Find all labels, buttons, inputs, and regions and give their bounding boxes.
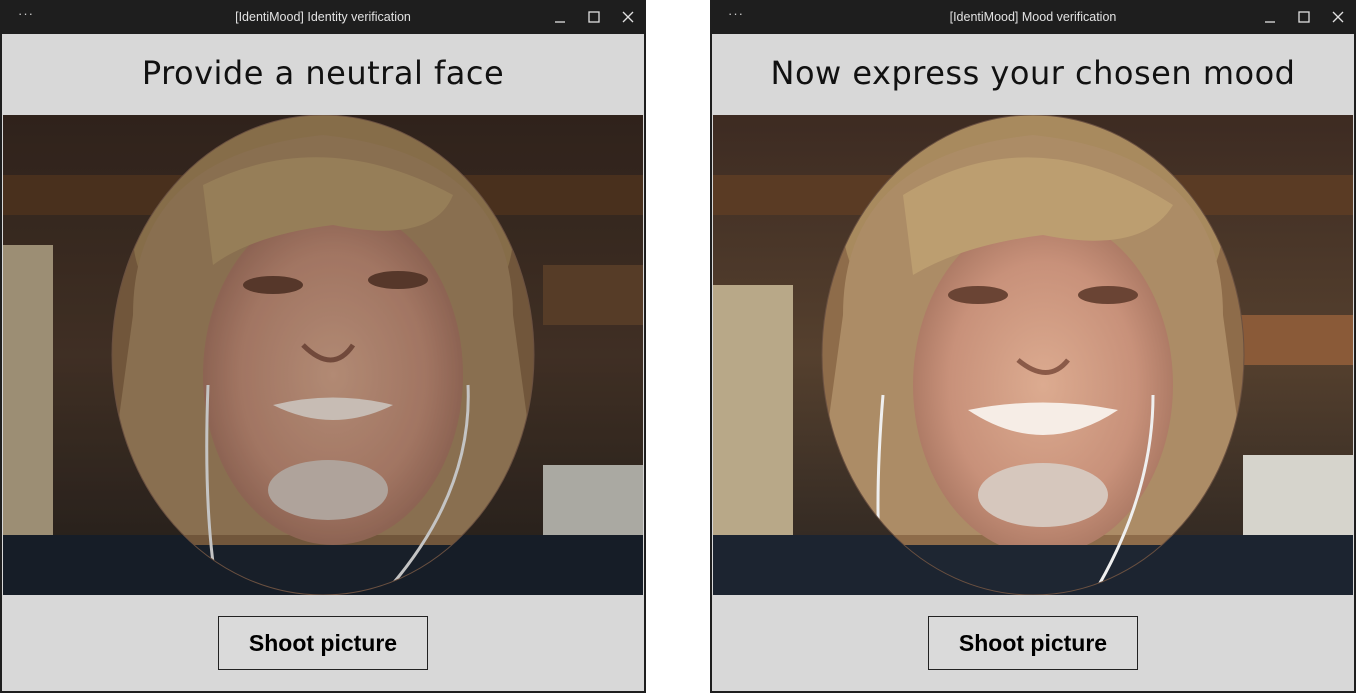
identity-verification-window: ··· [IdentiMood] Identity verification P… [0, 0, 646, 693]
maximize-icon[interactable] [1295, 9, 1313, 25]
shoot-picture-button[interactable]: Shoot picture [218, 616, 428, 670]
instruction-heading: Now express your chosen mood [770, 54, 1296, 92]
title-bar[interactable]: ··· [IdentiMood] Identity verification [0, 0, 646, 34]
mood-verification-window: ··· [IdentiMood] Mood verification Now e… [710, 0, 1356, 693]
window-title: [IdentiMood] Identity verification [235, 10, 411, 24]
minimize-icon[interactable] [1261, 9, 1279, 25]
instruction-heading: Provide a neutral face [141, 54, 505, 92]
window-title: [IdentiMood] Mood verification [949, 10, 1117, 24]
title-bar[interactable]: ··· [IdentiMood] Mood verification [710, 0, 1356, 34]
minimize-icon[interactable] [551, 9, 569, 25]
camera-preview [713, 115, 1353, 595]
maximize-icon[interactable] [585, 9, 603, 25]
close-icon[interactable] [1329, 9, 1347, 25]
shoot-picture-button[interactable]: Shoot picture [928, 616, 1138, 670]
camera-preview [3, 115, 643, 595]
close-icon[interactable] [619, 9, 637, 25]
